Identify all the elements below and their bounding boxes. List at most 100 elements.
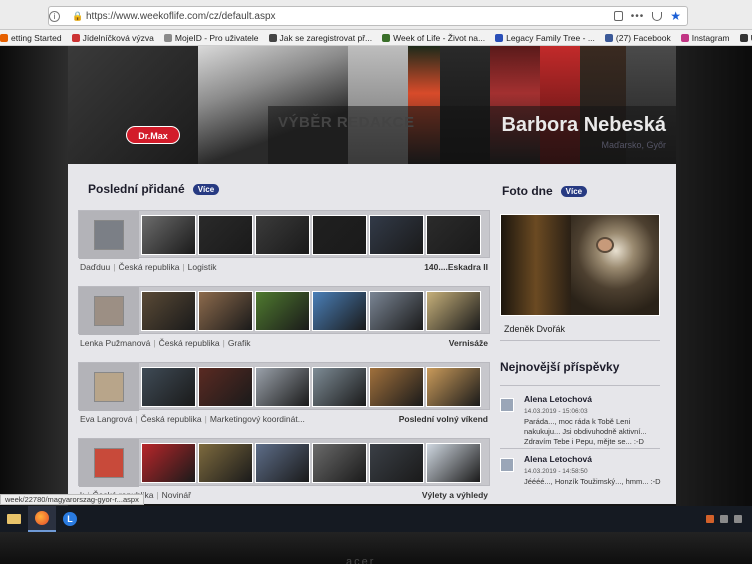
album-link[interactable]: Poslední volný víkend — [399, 414, 488, 424]
featured-author-location: Maďarsko, Győr — [601, 140, 666, 150]
screen-edge-right — [676, 46, 752, 508]
tray-app-icon[interactable] — [706, 515, 714, 523]
photo-thumbnail[interactable] — [312, 215, 367, 255]
photo-thumbnail[interactable] — [369, 367, 424, 407]
album-link[interactable]: 140....Eskadra II — [424, 262, 488, 272]
avatar[interactable] — [94, 448, 124, 478]
post-avatar-icon[interactable] — [500, 398, 514, 412]
page-actions-icon[interactable]: ••• — [631, 11, 645, 22]
bookmark-item[interactable]: etting Started — [0, 33, 62, 43]
album-link[interactable]: Výlety a výhledy — [422, 490, 488, 500]
photo-thumbnail[interactable] — [141, 215, 196, 255]
bookmark-item[interactable]: Week of Life - Život na... — [382, 33, 485, 43]
photo-thumbnail[interactable] — [312, 367, 367, 407]
photo-thumbnail[interactable] — [255, 367, 310, 407]
featured-author-name[interactable]: Barbora Nebeská — [501, 114, 666, 137]
avatar-container[interactable] — [79, 287, 139, 335]
bookmark-favicon-icon — [268, 33, 277, 42]
photo-thumbnail[interactable] — [369, 215, 424, 255]
photo-thumbnail[interactable] — [198, 291, 253, 331]
photo-thumbnail[interactable] — [426, 291, 481, 331]
user-row: Eva Langrová | Česká republika | Marketingov… — [78, 362, 490, 432]
file-explorer-button[interactable] — [0, 506, 28, 532]
bookmark-item[interactable]: Instagram — [680, 33, 730, 43]
avatar-container[interactable] — [79, 211, 139, 259]
photo-of-day-more-button[interactable]: Více — [560, 185, 588, 197]
app-l-button[interactable]: L — [56, 506, 84, 532]
photo-of-day-title-text: Foto dne — [502, 184, 553, 198]
photo-thumbnail[interactable] — [255, 443, 310, 483]
user-name-link[interactable]: Daďduu — [80, 262, 110, 272]
bookmark-label: Jídelníčková výzva — [82, 32, 154, 43]
header-photo-tile[interactable] — [68, 46, 198, 164]
bookmark-label: etting Started — [11, 32, 62, 43]
photo-thumbnail[interactable] — [198, 215, 253, 255]
bookmark-item[interactable]: (27) Facebook — [604, 33, 671, 43]
bookmark-star-icon[interactable]: ★ — [670, 9, 681, 23]
photo-thumbnail[interactable] — [198, 367, 253, 407]
info-icon[interactable]: i — [49, 10, 60, 22]
sponsor-logo[interactable]: Dr.Max — [126, 126, 180, 144]
bookmark-item[interactable]: Legacy Family Tree - ... — [495, 33, 595, 43]
avatar-container[interactable] — [79, 363, 139, 411]
post-item: Alena Letochová 14.03.2019 - 15:06:03 Pará… — [500, 394, 665, 450]
photo-thumbnail[interactable] — [312, 291, 367, 331]
separator: | — [113, 262, 116, 272]
photo-thumbnail[interactable] — [312, 443, 367, 483]
site-header: Dr.Max VÝBĚR REDAKCE Barbora Nebeská Maď… — [68, 46, 676, 164]
photo-thumbnail[interactable] — [141, 367, 196, 407]
photo-strip — [78, 210, 490, 259]
photo-of-day-title: Foto dne Více — [502, 184, 588, 198]
recent-more-button[interactable]: Více — [192, 183, 220, 195]
photo-thumbnail[interactable] — [369, 443, 424, 483]
tray-app-icon[interactable] — [720, 515, 728, 523]
separator: | — [204, 414, 207, 424]
user-name-link[interactable]: Lenka Pužmanová — [80, 338, 150, 348]
photo-thumbnail[interactable] — [426, 443, 481, 483]
bookmark-item[interactable]: MojeID - Pro uživatele — [163, 33, 259, 43]
pocket-icon[interactable] — [652, 11, 663, 21]
post-avatar-icon[interactable] — [500, 458, 514, 472]
album-link[interactable]: Vernisáže — [449, 338, 488, 348]
tray-app-icon[interactable] — [734, 515, 742, 523]
photo-thumbnail[interactable] — [255, 215, 310, 255]
bookmark-item[interactable]: Jídelníčková výzva — [71, 32, 154, 43]
photo-thumbnail[interactable] — [369, 291, 424, 331]
user-row: Daďduu | Česká republika | Logistik 140....Es… — [78, 210, 490, 280]
photo-of-day-author[interactable]: Zdeněk Dvořák — [504, 324, 565, 334]
recent-title-text: Poslední přidané — [88, 182, 185, 196]
photo-thumbnail[interactable] — [426, 367, 481, 407]
bookmark-item[interactable]: Účtenková loterie — [739, 33, 752, 43]
website: Dr.Max VÝBĚR REDAKCE Barbora Nebeská Maď… — [68, 46, 676, 504]
photo-thumbnail[interactable] — [141, 291, 196, 331]
post-item: Alena Letochová 14.03.2019 - 14:58:50 Jééé… — [500, 454, 665, 510]
post-author[interactable]: Alena Letochová — [524, 454, 592, 464]
firefox-button[interactable] — [28, 506, 56, 532]
avatar[interactable] — [94, 220, 124, 250]
avatar-container[interactable] — [79, 439, 139, 487]
avatar[interactable] — [94, 372, 124, 402]
browser-toolbar: i 🔒 https://www.weekoflife.com/cz/defaul… — [0, 0, 752, 30]
user-name-link[interactable]: Eva Langrová — [80, 414, 132, 424]
address-bar[interactable]: i 🔒 https://www.weekoflife.com/cz/defaul… — [48, 6, 688, 26]
bookmark-item[interactable]: Jak se zaregistrovat př... — [268, 32, 373, 43]
user-role: Marketingový koordinát... — [209, 414, 305, 424]
bookmark-favicon-icon — [0, 33, 8, 42]
user-role: Novinář — [161, 490, 191, 500]
post-author[interactable]: Alena Letochová — [524, 394, 592, 404]
photo-thumbnail[interactable] — [198, 443, 253, 483]
photo-thumbnail[interactable] — [141, 443, 196, 483]
user-meta: Lenka Pužmanová | Česká republika | Grafik — [80, 338, 250, 348]
user-country: Česká republika — [140, 414, 202, 424]
separator: | — [135, 414, 138, 424]
avatar[interactable] — [94, 296, 124, 326]
user-country: Česká republika — [118, 262, 180, 272]
url-text[interactable]: https://www.weekoflife.com/cz/default.as… — [86, 11, 614, 22]
photo-of-day-image[interactable] — [500, 214, 660, 316]
bookmarks-toolbar: etting Started Jídelníčková výzva MojeID -… — [0, 30, 752, 46]
bookmark-label: Jak se zaregistrovat př... — [279, 32, 373, 43]
bookmark-favicon-icon — [382, 33, 391, 42]
photo-thumbnail[interactable] — [255, 291, 310, 331]
reader-view-icon[interactable] — [613, 11, 623, 21]
photo-thumbnail[interactable] — [426, 215, 481, 255]
